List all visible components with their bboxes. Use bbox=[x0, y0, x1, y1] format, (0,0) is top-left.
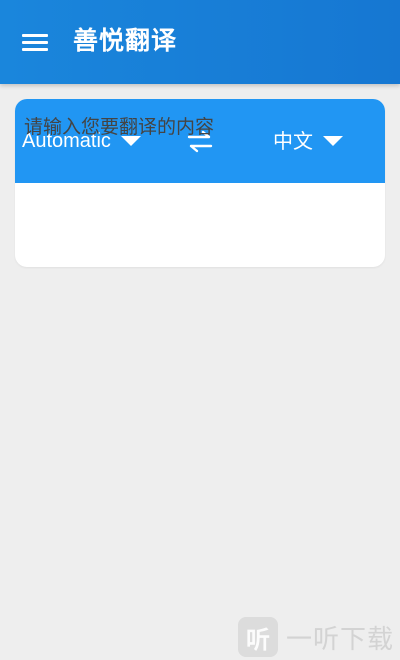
menu-icon-line bbox=[22, 41, 48, 44]
translation-input-placeholder: 请输入您要翻译的内容 bbox=[24, 116, 215, 138]
app-bar: 善悦翻译 bbox=[0, 0, 400, 84]
watermark-logo-icon: 听 bbox=[238, 617, 278, 657]
menu-icon-line bbox=[22, 48, 48, 51]
watermark-logo-text: 听 bbox=[246, 625, 270, 654]
target-language-selector[interactable]: 中文 bbox=[273, 126, 343, 156]
menu-icon[interactable] bbox=[20, 30, 50, 54]
chevron-down-icon bbox=[323, 136, 343, 146]
watermark-text: 一听下载 bbox=[286, 624, 395, 655]
target-language-label: 中文 bbox=[273, 129, 313, 153]
watermark: 听 一听下载 bbox=[238, 615, 394, 659]
language-bar: Automatic 中文 bbox=[15, 99, 385, 183]
app-title: 善悦翻译 bbox=[73, 26, 178, 55]
translation-input-field[interactable] bbox=[15, 183, 385, 267]
menu-icon-line bbox=[22, 34, 48, 37]
